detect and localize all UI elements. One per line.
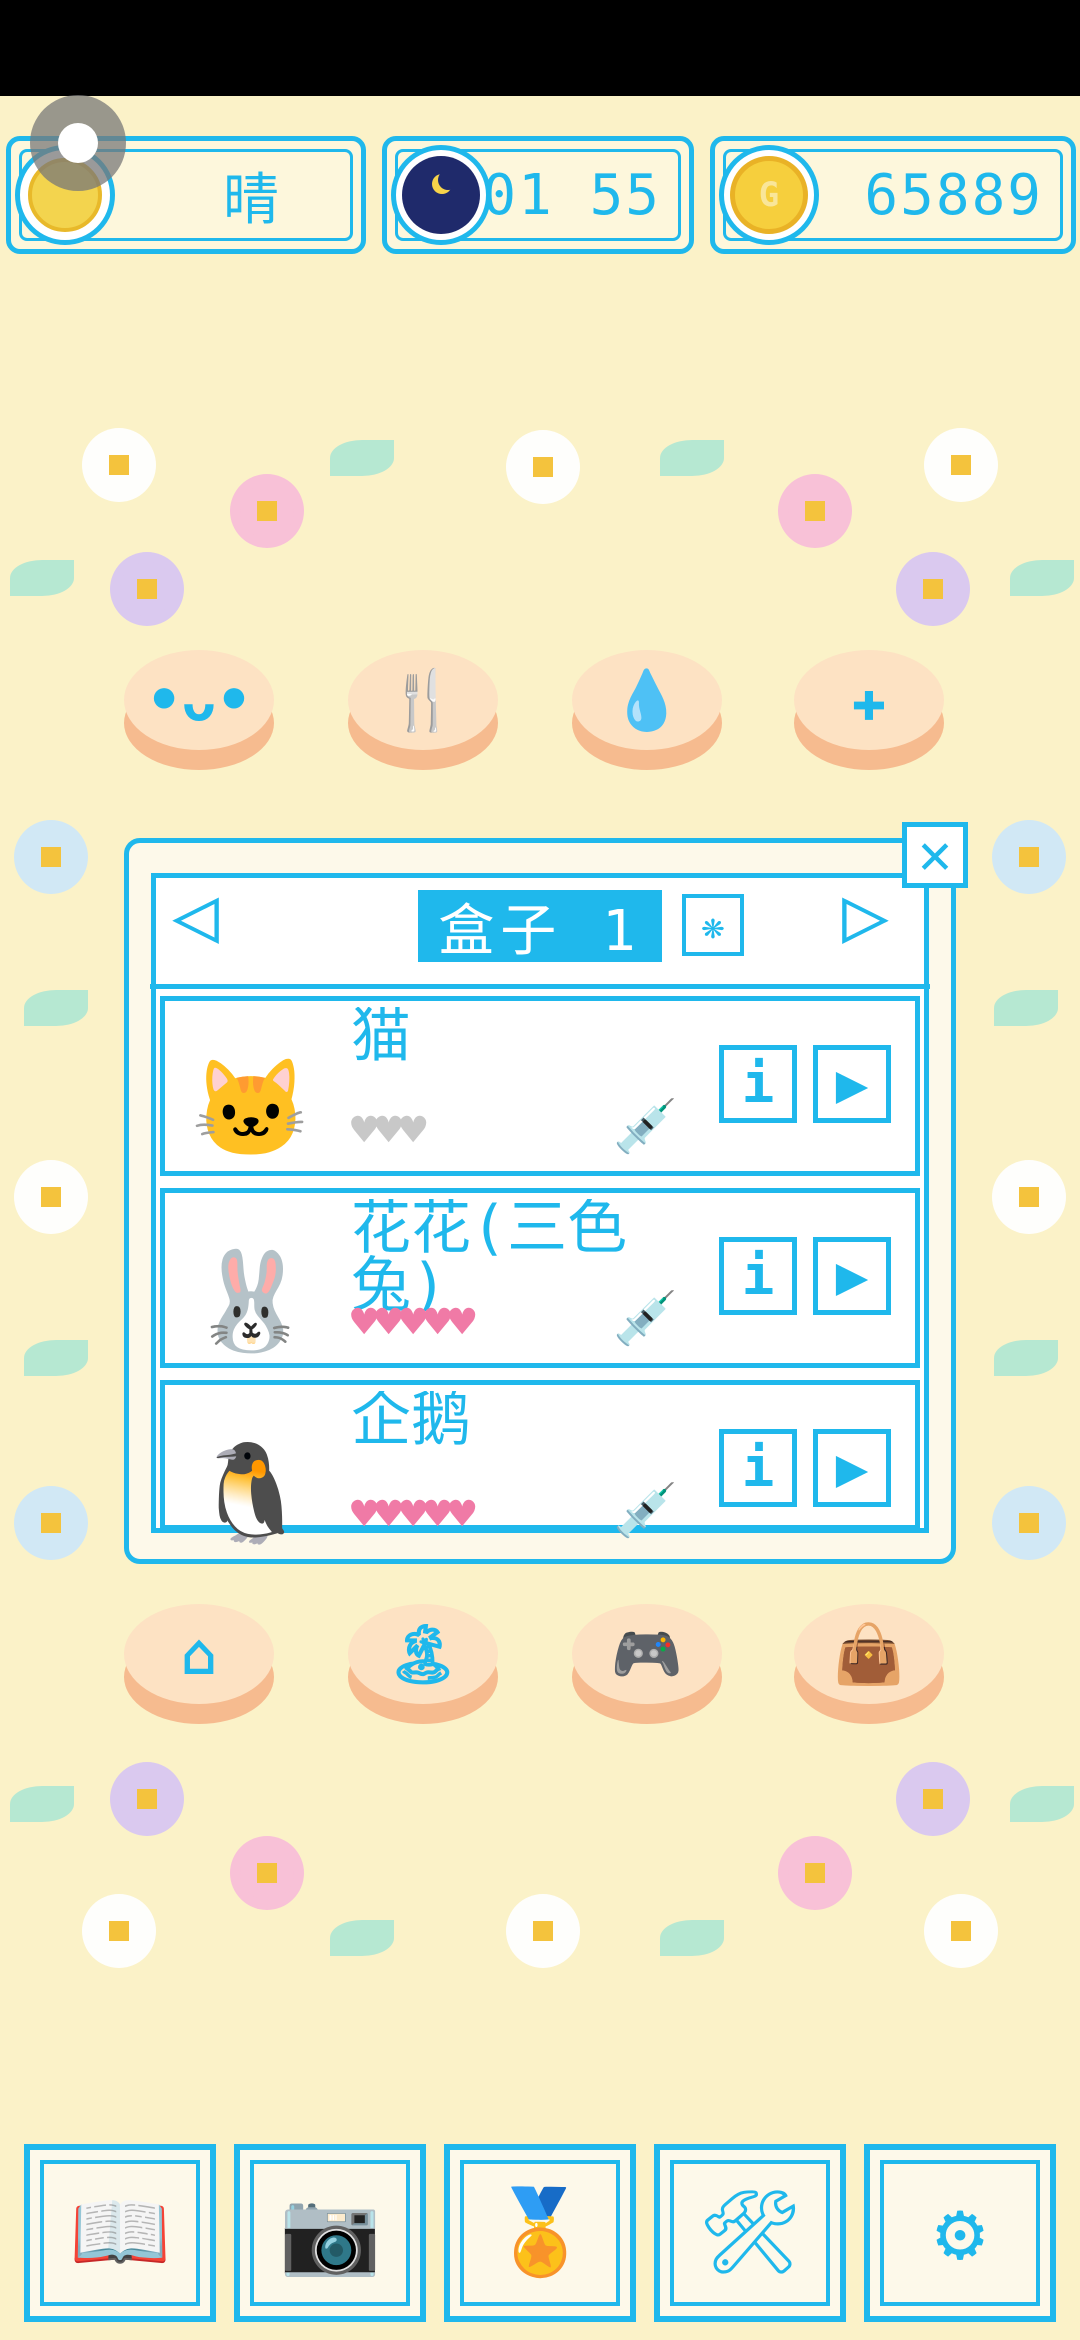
tools-button[interactable]: 🛠	[654, 2144, 846, 2322]
leaf-decoration	[330, 440, 394, 476]
leaf-decoration	[24, 990, 88, 1026]
play-button[interactable]: ▶	[813, 1429, 891, 1507]
flower-decoration	[516, 440, 570, 494]
flower-decoration	[92, 1904, 146, 1958]
house-icon: ⌂	[124, 1604, 274, 1704]
medal-icon: 🏅	[460, 2160, 620, 2306]
flower-decoration	[1002, 830, 1056, 884]
syringe-icon: 💉	[613, 1481, 678, 1541]
camera-button[interactable]: 📷	[234, 2144, 426, 2322]
syringe-icon: 💉	[613, 1097, 678, 1157]
box-settings-icon[interactable]: ❋	[682, 894, 744, 956]
feed-action-button[interactable]: 🍴	[348, 650, 498, 770]
coins-pill: G 65889	[710, 136, 1076, 254]
syringe-icon: 💉	[613, 1289, 678, 1349]
flower-decoration	[788, 484, 842, 538]
play-button[interactable]: ▶	[813, 1045, 891, 1123]
time-pill: 01 55	[382, 136, 694, 254]
flower-decoration	[240, 484, 294, 538]
flower-decoration	[120, 1772, 174, 1826]
game-action-button[interactable]: 🎮	[572, 1604, 722, 1724]
book-icon: 📖	[40, 2160, 200, 2306]
leaf-decoration	[10, 560, 74, 596]
slime-icon: •ᴗ•	[124, 650, 274, 750]
info-button[interactable]: i	[719, 1045, 797, 1123]
pet-row-cat[interactable]: 🐱 猫 ♥♥♥ 💉 i ▶	[160, 996, 920, 1176]
camera-icon: 📷	[250, 2160, 410, 2306]
flower-decoration	[1002, 1170, 1056, 1224]
leaf-decoration	[994, 990, 1058, 1026]
coin-count: 65889	[864, 162, 1043, 228]
settings-button[interactable]: ⚙	[864, 2144, 1056, 2322]
info-button[interactable]: i	[719, 1237, 797, 1315]
penguin-avatar-icon: 🐧	[191, 1437, 311, 1549]
book-button[interactable]: 📖	[24, 2144, 216, 2322]
affection-hearts: ♥♥♥♥♥	[351, 1297, 475, 1348]
divider	[150, 984, 930, 989]
flower-decoration	[240, 1846, 294, 1900]
close-button[interactable]: ✕	[902, 822, 968, 888]
leaf-decoration	[994, 1340, 1058, 1376]
weather-label: 晴	[223, 167, 281, 233]
leaf-decoration	[660, 1920, 724, 1956]
plus-icon: ✚	[794, 650, 944, 750]
next-box-arrow-icon[interactable]: ▷	[842, 876, 889, 954]
flower-decoration	[788, 1846, 842, 1900]
flower-decoration	[934, 1904, 988, 1958]
floating-touch-indicator[interactable]	[30, 95, 126, 191]
rabbit-avatar-icon: 🐰	[191, 1245, 311, 1357]
leaf-decoration	[1010, 1786, 1074, 1822]
water-action-button[interactable]: 💧	[572, 650, 722, 770]
leaf-decoration	[10, 1786, 74, 1822]
slime-action-button[interactable]: •ᴗ•	[124, 650, 274, 770]
gamepad-icon: 🎮	[572, 1604, 722, 1704]
coin-icon: G	[719, 145, 819, 245]
flower-decoration	[906, 1772, 960, 1826]
medal-button[interactable]: 🏅	[444, 2144, 636, 2322]
pet-row-rabbit[interactable]: 🐰 花花(三色兔) ♥♥♥♥♥ 💉 i ▶	[160, 1188, 920, 1368]
home-action-button[interactable]: ⌂	[124, 1604, 274, 1724]
tools-icon: 🛠	[670, 2160, 830, 2306]
shop-action-button[interactable]: 👜	[794, 1604, 944, 1724]
system-status-bar	[0, 0, 1080, 96]
water-drop-icon: 💧	[572, 650, 722, 750]
leaf-decoration	[24, 1340, 88, 1376]
leaf-decoration	[1010, 560, 1074, 596]
flower-decoration	[24, 1170, 78, 1224]
flower-decoration	[934, 438, 988, 492]
flower-decoration	[24, 1496, 78, 1550]
flower-decoration	[24, 830, 78, 884]
shopping-bag-icon: 👜	[794, 1604, 944, 1704]
leaf-decoration	[660, 440, 724, 476]
flower-decoration	[516, 1904, 570, 1958]
flower-decoration	[1002, 1496, 1056, 1550]
affection-hearts: ♥♥♥♥♥	[351, 1489, 475, 1540]
island-icon: 🏝	[348, 1604, 498, 1704]
affection-hearts: ♥♥♥	[351, 1105, 426, 1156]
flower-decoration	[120, 562, 174, 616]
night-moon-icon	[391, 145, 491, 245]
play-button[interactable]: ▶	[813, 1237, 891, 1315]
island-action-button[interactable]: 🏝	[348, 1604, 498, 1724]
time-label: 01 55	[482, 162, 661, 228]
heal-action-button[interactable]: ✚	[794, 650, 944, 770]
pet-row-penguin[interactable]: 🐧 企鹅 ♥♥♥♥♥ 💉 i ▶	[160, 1380, 920, 1541]
cat-avatar-icon: 🐱	[191, 1053, 311, 1165]
info-button[interactable]: i	[719, 1429, 797, 1507]
flower-decoration	[92, 438, 146, 492]
prev-box-arrow-icon[interactable]: ◁	[172, 876, 219, 954]
leaf-decoration	[330, 1920, 394, 1956]
gear-icon: ⚙	[880, 2160, 1040, 2306]
fork-knife-icon: 🍴	[348, 650, 498, 750]
box-title: 盒子 1	[418, 890, 662, 964]
flower-decoration	[906, 562, 960, 616]
